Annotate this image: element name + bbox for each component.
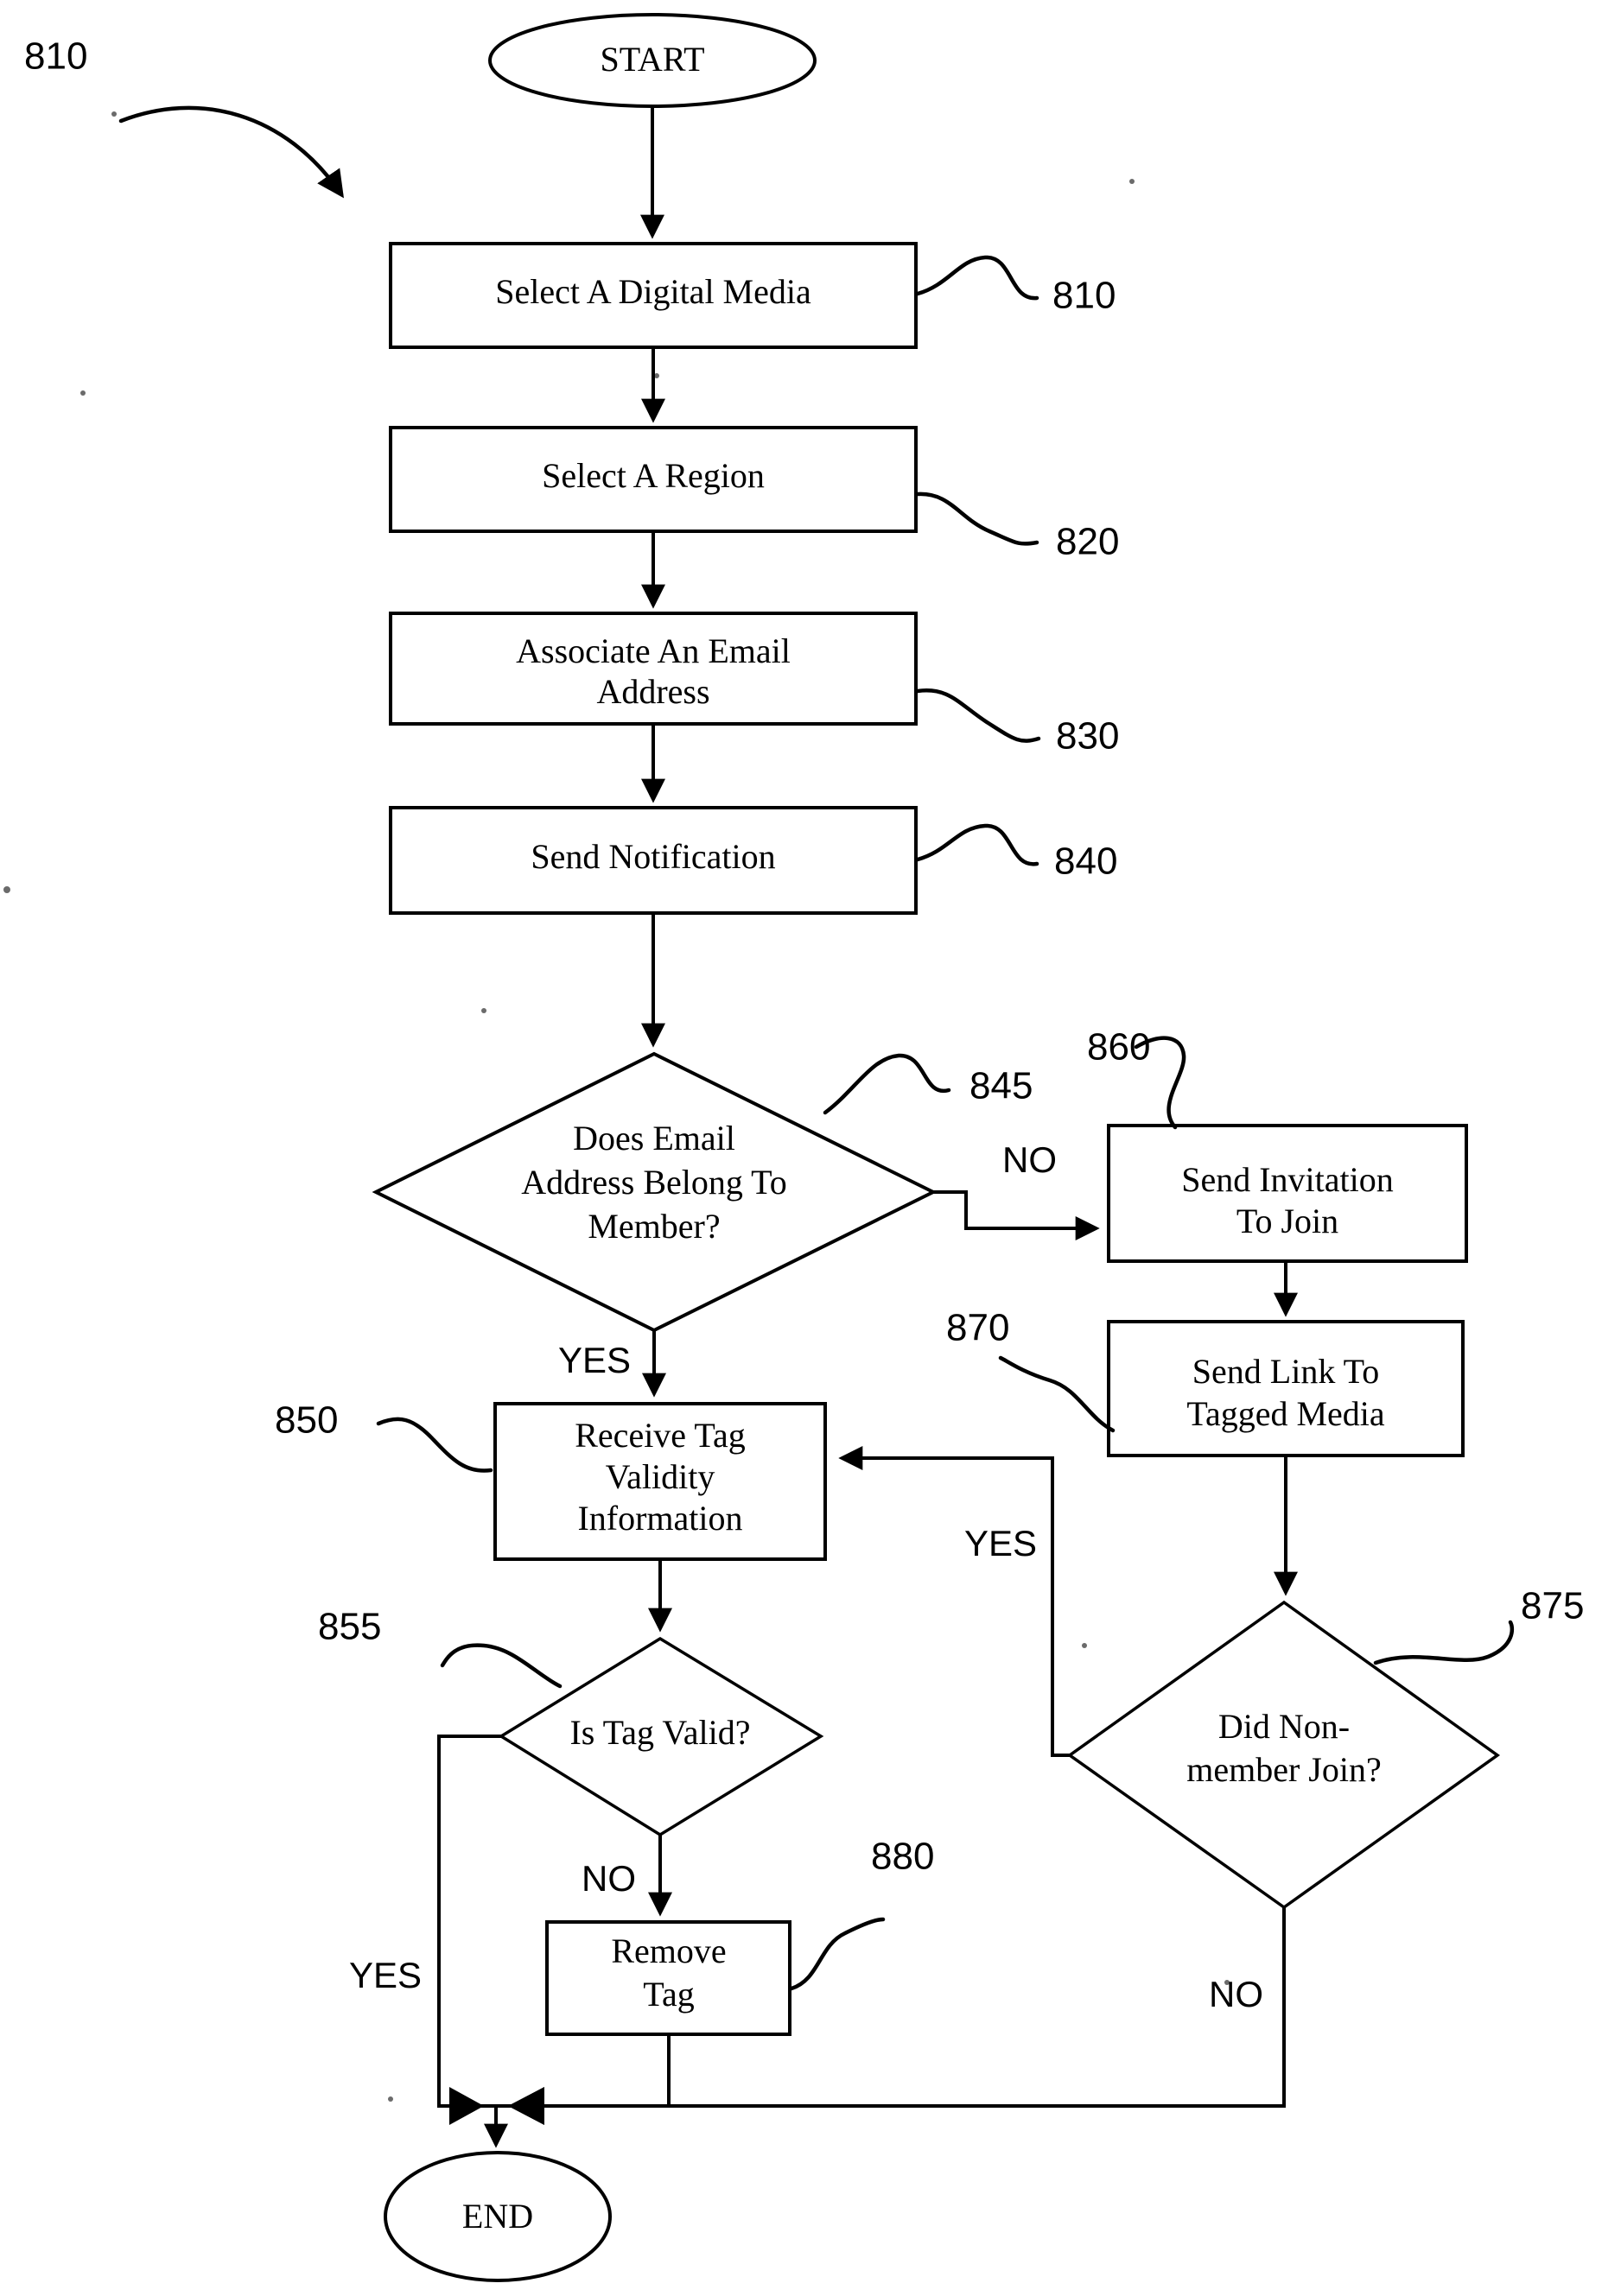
edge-tag-valid-yes-to-end bbox=[437, 1735, 508, 2108]
reference-810-select-media: 810 bbox=[1052, 275, 1116, 317]
node-send-invitation-label-line2: To Join bbox=[1236, 1202, 1338, 1240]
node-email-member-decision-label-line2: Address Belong To bbox=[521, 1163, 787, 1202]
node-nonmember-join-decision-label-line2: member Join? bbox=[1186, 1750, 1382, 1789]
node-select-region[interactable]: Select A Region bbox=[389, 426, 918, 533]
node-tag-valid-decision[interactable]: Is Tag Valid? bbox=[498, 1636, 824, 1837]
node-receive-tag-validity[interactable]: Receive Tag Validity Information bbox=[493, 1402, 827, 1561]
node-nonmember-join-decision[interactable]: Did Non- member Join? bbox=[1066, 1600, 1501, 1910]
scan-speck bbox=[80, 390, 86, 396]
node-select-media-label: Select A Digital Media bbox=[495, 272, 811, 311]
node-send-link-label-line2: Tagged Media bbox=[1186, 1394, 1385, 1433]
node-email-member-decision[interactable]: Does Email Address Belong To Member? bbox=[372, 1051, 938, 1333]
scan-speck bbox=[1082, 1643, 1087, 1648]
reference-870-send-link: 870 bbox=[946, 1307, 1009, 1349]
leader-tag-valid-decision bbox=[440, 1643, 563, 1689]
edge-label-email-no: NO bbox=[1002, 1139, 1057, 1180]
node-remove-tag[interactable]: Remove Tag bbox=[545, 1920, 791, 2036]
arrowhead-junction-left bbox=[508, 2087, 544, 2125]
node-start[interactable]: START bbox=[488, 13, 817, 108]
leader-send-notification bbox=[915, 823, 1039, 866]
leader-associate-email bbox=[915, 688, 1041, 743]
node-associate-email-label-line2: Address bbox=[596, 672, 709, 711]
edge-label-tag-valid-no: NO bbox=[582, 1858, 636, 1899]
reference-855-tag-valid-decision: 855 bbox=[318, 1606, 381, 1648]
node-associate-email-label-line1: Associate An Email bbox=[516, 631, 791, 670]
node-email-member-decision-label-line3: Member? bbox=[588, 1207, 720, 1246]
leader-select-region bbox=[915, 492, 1039, 546]
node-select-region-label: Select A Region bbox=[542, 456, 765, 495]
leader-nonmember-join-decision bbox=[1373, 1620, 1515, 1665]
node-send-notification-label: Send Notification bbox=[531, 837, 775, 876]
node-nonmember-join-decision-label-line1: Did Non- bbox=[1218, 1707, 1350, 1746]
node-receive-tag-validity-label-line2: Validity bbox=[606, 1457, 715, 1496]
node-end[interactable]: END bbox=[384, 2151, 612, 2282]
arrowhead-junction-right bbox=[449, 2087, 484, 2125]
reference-840-send-notification: 840 bbox=[1054, 840, 1117, 883]
node-remove-tag-label-line2: Tag bbox=[643, 1975, 694, 2014]
reference-845-email-member-decision: 845 bbox=[969, 1065, 1033, 1107]
figure-reference-810: 810 bbox=[24, 35, 87, 78]
figure-leader-arrow bbox=[118, 105, 344, 199]
scan-speck bbox=[111, 111, 117, 117]
node-start-label: START bbox=[600, 40, 704, 79]
reference-830-associate-email: 830 bbox=[1056, 715, 1119, 758]
leader-send-link bbox=[998, 1355, 1116, 1433]
scan-speck bbox=[388, 2096, 393, 2102]
node-remove-tag-label-line1: Remove bbox=[611, 1931, 726, 1970]
node-send-invitation[interactable]: Send Invitation To Join bbox=[1107, 1124, 1468, 1263]
flowchart-diagram: 810 START Select A Digital Media 810 Sel… bbox=[3, 13, 1584, 2282]
node-associate-email[interactable]: Associate An Email Address bbox=[389, 612, 918, 726]
node-send-link[interactable]: Send Link To Tagged Media bbox=[1107, 1320, 1465, 1457]
node-receive-tag-validity-label-line1: Receive Tag bbox=[575, 1416, 745, 1455]
scan-speck bbox=[3, 886, 10, 893]
leader-email-member-decision bbox=[823, 1053, 951, 1115]
node-tag-valid-decision-label: Is Tag Valid? bbox=[569, 1713, 750, 1752]
edge-label-tag-valid-yes: YES bbox=[349, 1955, 422, 1995]
scan-speck bbox=[481, 1008, 486, 1013]
reference-860-send-invitation: 860 bbox=[1087, 1026, 1150, 1069]
leader-remove-tag bbox=[789, 1917, 886, 1991]
node-select-media[interactable]: Select A Digital Media bbox=[389, 242, 918, 349]
leader-receive-tag-validity bbox=[376, 1417, 493, 1473]
edge-email-decision-no-to-send-invitation bbox=[933, 1190, 1100, 1240]
edge-label-nonmember-yes: YES bbox=[964, 1523, 1037, 1563]
node-receive-tag-validity-label-line3: Information bbox=[577, 1499, 742, 1538]
node-send-invitation-label-line1: Send Invitation bbox=[1181, 1160, 1394, 1199]
edge-label-nonmember-no: NO bbox=[1209, 1974, 1263, 2014]
edge-label-email-yes: YES bbox=[558, 1340, 631, 1380]
node-send-notification[interactable]: Send Notification bbox=[389, 806, 918, 915]
reference-820-select-region: 820 bbox=[1056, 521, 1119, 563]
node-end-label: END bbox=[462, 2197, 533, 2236]
reference-850-receive-tag-validity: 850 bbox=[275, 1399, 338, 1442]
leader-select-media bbox=[915, 255, 1039, 301]
reference-875-nonmember-join-decision: 875 bbox=[1521, 1585, 1584, 1627]
reference-880-remove-tag: 880 bbox=[871, 1836, 934, 1878]
node-email-member-decision-label-line1: Does Email bbox=[573, 1119, 735, 1158]
node-send-link-label-line1: Send Link To bbox=[1192, 1352, 1379, 1391]
edge-nonmember-yes-to-receive-tag bbox=[838, 1446, 1070, 1757]
flowchart-page: 810 START Select A Digital Media 810 Sel… bbox=[0, 0, 1621, 2296]
scan-speck bbox=[1129, 179, 1135, 184]
